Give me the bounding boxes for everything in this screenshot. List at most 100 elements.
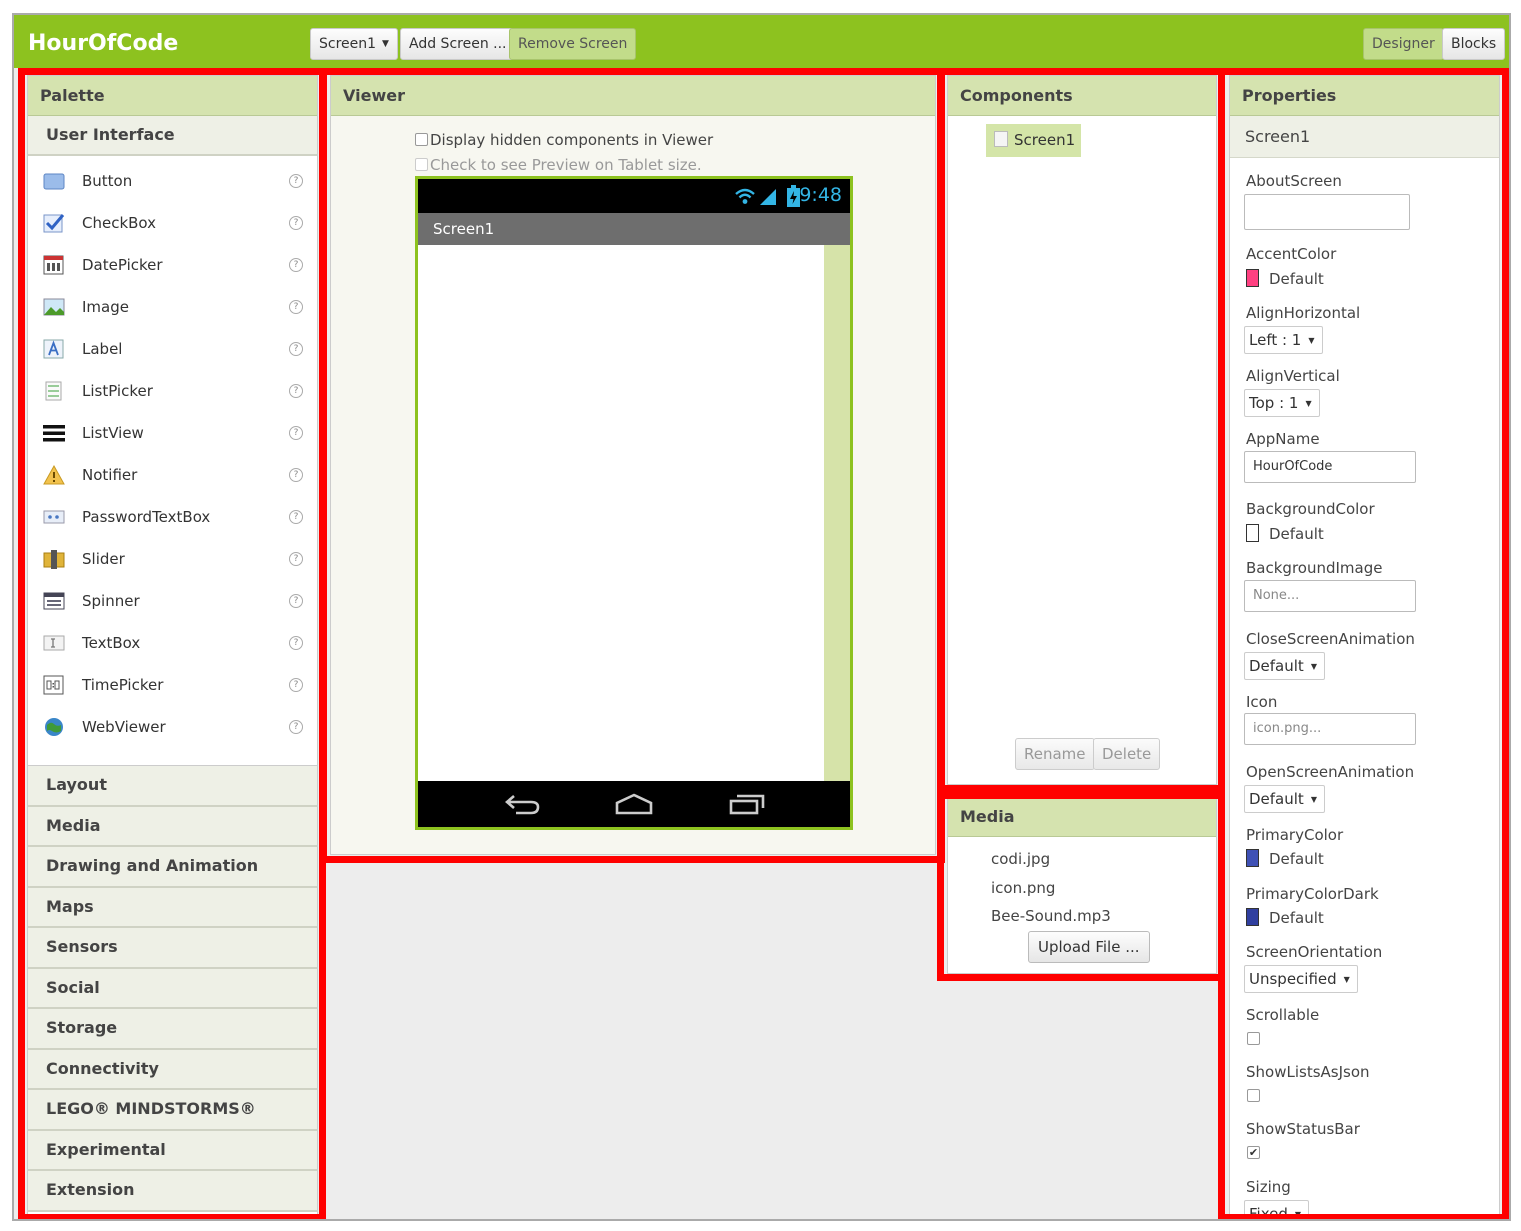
components-panel: Components Screen1 Rename Delete xyxy=(947,75,1217,785)
help-icon[interactable]: ? xyxy=(289,510,303,524)
palette-item-passwordtextbox[interactable]: PasswordTextBox ? xyxy=(28,496,317,538)
align-horizontal-select[interactable]: Left : 1 ▼ xyxy=(1244,326,1323,354)
color-swatch xyxy=(1246,849,1259,867)
rename-button[interactable]: Rename xyxy=(1015,738,1095,770)
screen-orientation-select[interactable]: Unspecified ▼ xyxy=(1244,965,1358,993)
palette-item-notifier[interactable]: Notifier ? xyxy=(28,454,317,496)
display-hidden-checkbox[interactable]: Display hidden components in Viewer xyxy=(415,131,713,149)
prop-label: ShowStatusBar xyxy=(1246,1120,1360,1138)
background-image-input[interactable]: None... xyxy=(1244,580,1416,612)
palette-category-media[interactable]: Media xyxy=(28,806,317,847)
properties-title: Properties xyxy=(1230,76,1499,116)
icon-input[interactable]: icon.png... xyxy=(1244,713,1416,745)
palette-item-spinner[interactable]: Spinner ? xyxy=(28,580,317,622)
palette-category-lego-mindstorms[interactable]: LEGO® MINDSTORMS® xyxy=(28,1090,317,1131)
palette-category-sensors[interactable]: Sensors xyxy=(28,928,317,969)
media-file[interactable]: Bee-Sound.mp3 xyxy=(991,907,1111,925)
tablet-preview-checkbox[interactable]: Check to see Preview on Tablet size. xyxy=(415,156,702,174)
primary-color-dark-picker[interactable]: Default xyxy=(1246,908,1324,927)
screen-select-label: Screen1 xyxy=(319,36,377,52)
help-icon[interactable]: ? xyxy=(289,342,303,356)
designer-button[interactable]: Designer xyxy=(1363,28,1444,60)
delete-button[interactable]: Delete xyxy=(1093,738,1161,770)
back-icon xyxy=(505,795,540,815)
media-panel: Media codi.jpg icon.png Bee-Sound.mp3 Up… xyxy=(947,796,1217,974)
color-swatch xyxy=(1246,908,1259,926)
help-icon[interactable]: ? xyxy=(289,552,303,566)
select-value: Fixed xyxy=(1249,1205,1288,1215)
media-file[interactable]: icon.png xyxy=(991,879,1055,897)
recent-apps-icon xyxy=(729,794,765,815)
about-screen-input[interactable] xyxy=(1244,194,1410,230)
palette-category-maps[interactable]: Maps xyxy=(28,887,317,928)
signal-icon xyxy=(735,188,776,205)
scrollable-checkbox[interactable] xyxy=(1247,1032,1260,1045)
help-icon[interactable]: ? xyxy=(289,258,303,272)
palette-category-storage[interactable]: Storage xyxy=(28,1009,317,1050)
palette-category-user-interface[interactable]: User Interface xyxy=(28,116,317,156)
open-screen-animation-select[interactable]: Default ▼ xyxy=(1244,785,1325,813)
checkbox-box[interactable] xyxy=(415,158,428,171)
help-icon[interactable]: ? xyxy=(289,678,303,692)
palette-item-timepicker[interactable]: TimePicker ? xyxy=(28,664,317,706)
palette-item-label: TimePicker xyxy=(82,676,164,694)
tablet-preview-label: Check to see Preview on Tablet size. xyxy=(430,156,702,174)
component-tree-screen1[interactable]: Screen1 xyxy=(986,124,1082,157)
help-icon[interactable]: ? xyxy=(289,174,303,188)
palette-category-drawing-and-animation[interactable]: Drawing and Animation xyxy=(28,847,317,888)
sizing-select[interactable]: Fixed ▼ xyxy=(1244,1200,1310,1215)
palette-item-checkbox[interactable]: CheckBox ? xyxy=(28,202,317,244)
remove-screen-button[interactable]: Remove Screen xyxy=(509,28,637,60)
palette-category-layout[interactable]: Layout xyxy=(28,766,317,807)
show-status-bar-checkbox[interactable]: ✔ xyxy=(1247,1146,1260,1159)
checkbox-box[interactable] xyxy=(415,133,428,146)
help-icon[interactable]: ? xyxy=(289,468,303,482)
palette-category-connectivity[interactable]: Connectivity xyxy=(28,1049,317,1090)
chevron-down-icon: ▼ xyxy=(1310,795,1317,804)
palette-category-social[interactable]: Social xyxy=(28,968,317,1009)
align-vertical-select[interactable]: Top : 1 ▼ xyxy=(1244,389,1320,417)
help-icon[interactable]: ? xyxy=(289,594,303,608)
palette-item-slider[interactable]: Slider ? xyxy=(28,538,317,580)
phone-preview: 9:48 Screen1 xyxy=(415,176,853,830)
blocks-button[interactable]: Blocks xyxy=(1442,28,1506,60)
palette-item-label: DatePicker xyxy=(82,256,163,274)
palette-item-datepicker[interactable]: DatePicker ? xyxy=(28,244,317,286)
palette-item-label[interactable]: Label ? xyxy=(28,328,317,370)
media-file[interactable]: codi.jpg xyxy=(991,850,1050,868)
chevron-down-icon: ▼ xyxy=(1343,975,1350,984)
select-value: Unspecified xyxy=(1249,970,1337,988)
color-swatch xyxy=(1246,524,1259,542)
app-name-input[interactable]: HourOfCode xyxy=(1244,451,1416,483)
help-icon[interactable]: ? xyxy=(289,426,303,440)
screen-select[interactable]: Screen1 ▼ xyxy=(310,28,398,60)
button-icon xyxy=(43,173,65,190)
help-icon[interactable]: ? xyxy=(289,636,303,650)
palette-category-experimental[interactable]: Experimental xyxy=(28,1130,317,1171)
prop-label: OpenScreenAnimation xyxy=(1246,763,1415,781)
close-screen-animation-select[interactable]: Default ▼ xyxy=(1244,652,1325,680)
palette-item-listpicker[interactable]: ListPicker ? xyxy=(28,370,317,412)
upload-file-button[interactable]: Upload File ... xyxy=(1028,931,1150,963)
prop-label: AppName xyxy=(1246,430,1320,448)
color-swatch xyxy=(1246,269,1259,287)
palette-item-image[interactable]: Image ? xyxy=(28,286,317,328)
help-icon[interactable]: ? xyxy=(289,300,303,314)
select-value: Default xyxy=(1249,790,1304,808)
help-icon[interactable]: ? xyxy=(289,384,303,398)
palette-item-button[interactable]: Button ? xyxy=(28,160,317,202)
help-icon[interactable]: ? xyxy=(289,216,303,230)
palette-item-label: Button xyxy=(82,172,133,190)
palette-item-textbox[interactable]: TextBox ? xyxy=(28,622,317,664)
palette-item-webviewer[interactable]: WebViewer ? xyxy=(28,706,317,748)
primary-color-picker[interactable]: Default xyxy=(1246,849,1324,868)
add-screen-button[interactable]: Add Screen ... xyxy=(400,28,516,60)
background-color-picker[interactable]: Default xyxy=(1246,524,1324,543)
palette-category-extension[interactable]: Extension xyxy=(28,1171,317,1212)
accent-color-picker[interactable]: Default xyxy=(1246,269,1324,288)
show-lists-as-json-checkbox[interactable] xyxy=(1247,1089,1260,1102)
palette-item-label: Slider xyxy=(82,550,125,568)
help-icon[interactable]: ? xyxy=(289,720,303,734)
palette-item-listview[interactable]: ListView ? xyxy=(28,412,317,454)
chevron-down-icon: ▼ xyxy=(1308,336,1315,345)
